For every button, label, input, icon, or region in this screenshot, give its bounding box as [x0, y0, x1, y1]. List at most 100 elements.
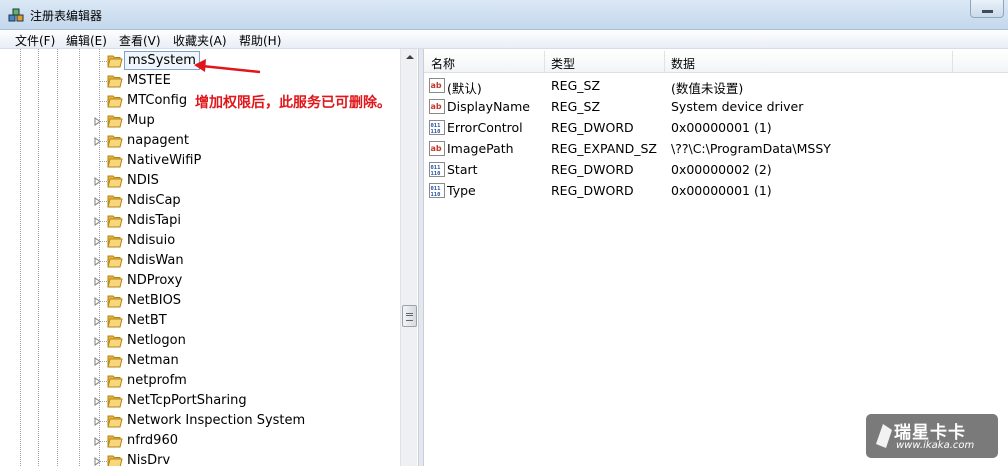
- tree-item-label: NDIS: [127, 173, 159, 188]
- value-type: REG_DWORD: [551, 183, 634, 198]
- tree-item-label: NativeWifiP: [127, 153, 202, 168]
- tree-item[interactable]: NdisCap: [0, 191, 390, 211]
- tree-item[interactable]: NdisWan: [0, 251, 390, 271]
- tree-item-label: NdisTapi: [127, 213, 181, 228]
- folder-icon: [107, 235, 123, 248]
- column-name[interactable]: 名称: [431, 55, 455, 72]
- scroll-up-arrow-icon[interactable]: [401, 49, 418, 66]
- tree-item[interactable]: NdisTapi: [0, 211, 390, 231]
- column-data[interactable]: 数据: [671, 55, 695, 72]
- folder-icon: [107, 55, 123, 68]
- folder-icon: [107, 255, 123, 268]
- expand-triangle-icon[interactable]: [93, 237, 102, 246]
- minimize-button[interactable]: [970, 0, 1004, 18]
- tree-item[interactable]: NativeWifiP: [0, 151, 390, 171]
- tree-item[interactable]: NetBT: [0, 311, 390, 331]
- list-item[interactable]: ab (默认) REG_SZ (数值未设置): [424, 75, 1008, 96]
- scroll-thumb[interactable]: [402, 305, 417, 327]
- tree-item[interactable]: NetTcpPortSharing: [0, 391, 390, 411]
- expand-triangle-icon[interactable]: [93, 317, 102, 326]
- regedit-icon: [8, 8, 24, 22]
- menu-bar: 文件(F) 编辑(E) 查看(V) 收藏夹(A) 帮助(H): [0, 30, 1008, 49]
- svg-text:ab: ab: [431, 81, 442, 90]
- tree-item-label: NetBT: [127, 313, 167, 328]
- svg-text:ab: ab: [431, 102, 442, 111]
- tree-item[interactable]: NDIS: [0, 171, 390, 191]
- tree-item[interactable]: netprofm: [0, 371, 390, 391]
- column-type[interactable]: 类型: [551, 55, 575, 72]
- title-bar: 注册表编辑器: [0, 0, 1008, 30]
- menu-help[interactable]: 帮助(H): [239, 32, 281, 49]
- expand-triangle-icon[interactable]: [93, 117, 102, 126]
- expand-triangle-icon[interactable]: [93, 357, 102, 366]
- tree-item[interactable]: NetBIOS: [0, 291, 390, 311]
- tree-item[interactable]: Netman: [0, 351, 390, 371]
- tree-item-label: NetTcpPortSharing: [127, 393, 247, 408]
- column-divider[interactable]: [544, 51, 545, 73]
- tree-item[interactable]: Netlogon: [0, 331, 390, 351]
- value-name: ImagePath: [447, 141, 514, 156]
- expand-triangle-icon[interactable]: [93, 417, 102, 426]
- folder-icon: [107, 155, 123, 168]
- expand-triangle-icon[interactable]: [93, 137, 102, 146]
- list-item[interactable]: ab ImagePath REG_EXPAND_SZ \??\C:\ProgramDa…: [424, 138, 1008, 159]
- tree-item-label: nfrd960: [127, 433, 178, 448]
- value-list[interactable]: 名称 类型 数据 ab (默认) REG_SZ (数值未设置) ab DisplayNam…: [424, 49, 1008, 466]
- tree-item-label: NdisCap: [127, 193, 181, 208]
- value-name: Type: [447, 183, 476, 198]
- value-data: (数值未设置): [671, 81, 744, 96]
- tree-item[interactable]: napagent: [0, 131, 390, 151]
- expand-triangle-icon[interactable]: [93, 217, 102, 226]
- tree-item-label: MTConfig: [127, 93, 188, 108]
- binary-value-icon: 011110: [429, 120, 445, 135]
- tree-item-label: NdisWan: [127, 253, 184, 268]
- tree-item-label: Netman: [127, 353, 179, 368]
- tree-scrollbar[interactable]: [400, 49, 417, 466]
- list-item[interactable]: 011 110 ErrorControl REG_DWORD 0x00000001 (1…: [424, 117, 1008, 138]
- folder-icon: [107, 275, 123, 288]
- expand-triangle-icon[interactable]: [93, 297, 102, 306]
- list-item[interactable]: ab DisplayName REG_SZ System device driver: [424, 96, 1008, 117]
- tree-item[interactable]: NDProxy: [0, 271, 390, 291]
- tree-item-label: netprofm: [127, 373, 187, 388]
- expand-triangle-icon[interactable]: [93, 377, 102, 386]
- menu-favorites[interactable]: 收藏夹(A): [173, 32, 227, 49]
- expand-triangle-icon[interactable]: [93, 457, 102, 466]
- value-data: 0x00000002 (2): [671, 162, 772, 177]
- value-data: 0x00000001 (1): [671, 183, 772, 198]
- tree-item[interactable]: Mup: [0, 111, 390, 131]
- column-divider[interactable]: [664, 51, 665, 73]
- tree-item[interactable]: Ndisuio: [0, 231, 390, 251]
- menu-view[interactable]: 查看(V): [119, 32, 161, 49]
- value-data: System device driver: [671, 99, 804, 114]
- tree-item[interactable]: NisDrv: [0, 451, 390, 466]
- expand-triangle-icon[interactable]: [93, 257, 102, 266]
- expand-triangle-icon[interactable]: [93, 177, 102, 186]
- folder-icon: [107, 335, 123, 348]
- folder-icon: [107, 355, 123, 368]
- tree-item-label: NisDrv: [127, 453, 171, 466]
- tree-connector: [99, 61, 107, 62]
- ikaka-logo-icon: [876, 424, 892, 448]
- tree-item-label: Mup: [127, 113, 155, 128]
- list-item[interactable]: 011 110 Type REG_DWORD 0x00000001 (1): [424, 180, 1008, 201]
- tree-connector: [99, 101, 107, 102]
- window-title: 注册表编辑器: [30, 9, 103, 23]
- menu-edit[interactable]: 编辑(E): [66, 32, 107, 49]
- string-value-icon: ab: [429, 78, 445, 93]
- folder-icon: [107, 295, 123, 308]
- column-divider[interactable]: [952, 51, 953, 73]
- tree-item[interactable]: nfrd960: [0, 431, 390, 451]
- menu-file[interactable]: 文件(F): [15, 32, 55, 49]
- expand-triangle-icon[interactable]: [93, 277, 102, 286]
- value-type: REG_SZ: [551, 99, 601, 114]
- expand-triangle-icon[interactable]: [93, 397, 102, 406]
- expand-triangle-icon[interactable]: [93, 337, 102, 346]
- tree-item-label: Ndisuio: [127, 233, 176, 248]
- tree-item[interactable]: Network Inspection System: [0, 411, 390, 431]
- value-name: (默认): [447, 81, 482, 96]
- expand-triangle-icon[interactable]: [93, 437, 102, 446]
- list-item[interactable]: 011 110 Start REG_DWORD 0x00000002 (2): [424, 159, 1008, 180]
- folder-icon: [107, 215, 123, 228]
- expand-triangle-icon[interactable]: [93, 197, 102, 206]
